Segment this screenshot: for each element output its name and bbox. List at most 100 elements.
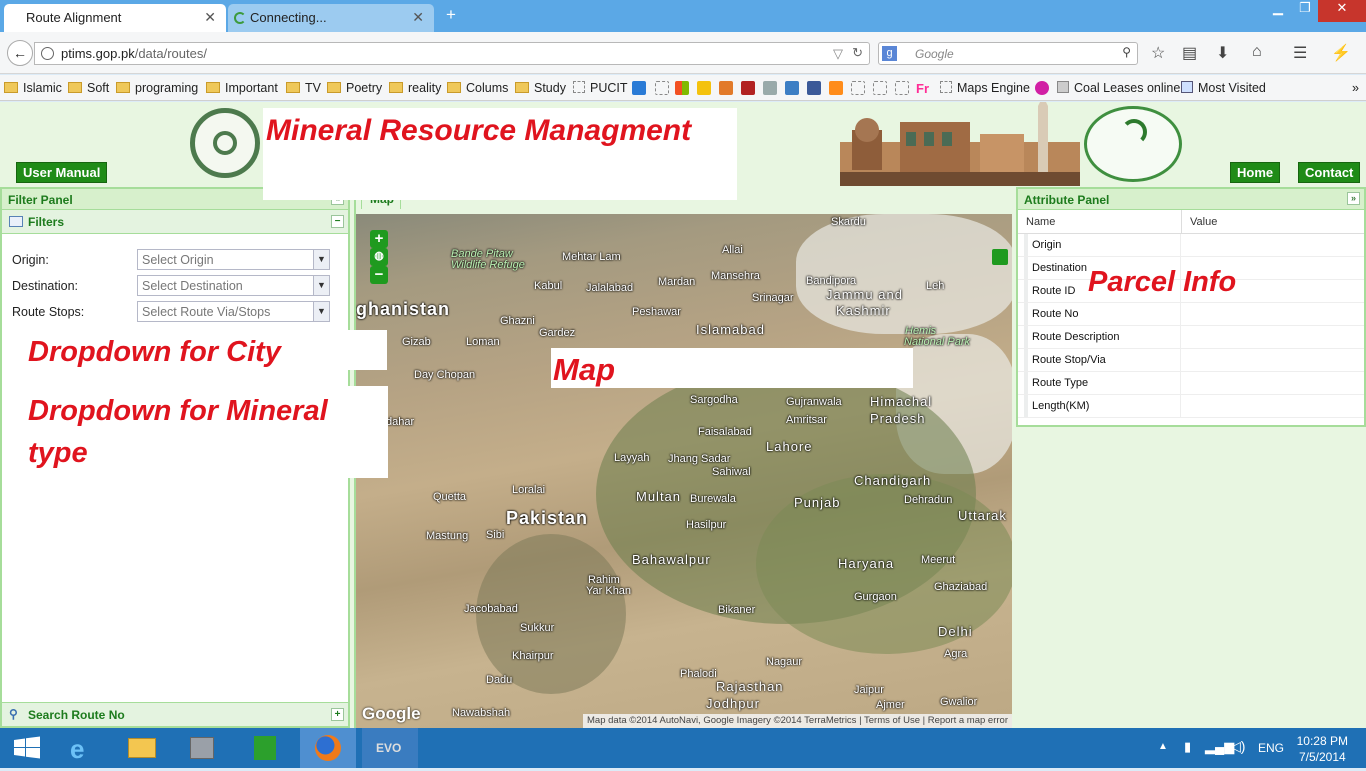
map-place-label: Dehradun [904,494,953,506]
bookmark-coal-leases[interactable]: Coal Leases online [1057,81,1180,95]
battery-icon[interactable]: ▮ [1184,739,1191,755]
url-bar[interactable]: ptims.gop.pk/data/routes/ ▽ ↻ [34,42,870,65]
back-button[interactable]: ← [7,40,33,66]
file-explorer-icon[interactable] [114,728,170,768]
attribute-row[interactable]: Route Type [1018,372,1364,395]
close-icon[interactable]: ✕ [412,9,424,26]
drive-icon[interactable] [697,81,711,95]
volume-icon[interactable]: ◁) [1230,738,1245,755]
attribute-row[interactable]: Length(KM) [1018,395,1364,418]
folder-icon [206,82,220,93]
destination-select[interactable]: Select Destination ▼ [137,275,330,296]
app-icon[interactable] [741,81,755,95]
bookmark-poetry[interactable]: Poetry [327,81,382,95]
map-canvas[interactable]: Skardu Bande Pitaw Wildlife Refuge Allai Meh… [356,214,1012,728]
url-path: /data/routes/ [134,46,207,61]
map-place-label: Burewala [690,493,736,505]
bookmark-pucit[interactable]: PUCIT [573,81,628,95]
attribute-value [1180,349,1181,371]
show-hidden-icons[interactable]: ▲ [1158,741,1168,752]
tab-connecting[interactable]: Connecting... ✕ [228,4,434,32]
tab-route-alignment[interactable]: Route Alignment ✕ [4,4,226,32]
search-route-header[interactable]: ⚲ Search Route No + [2,702,348,726]
expand-icon[interactable]: + [331,708,344,721]
map-place-label: Meerut [921,554,956,566]
bookmark-soft[interactable]: Soft [68,81,109,95]
attribute-row[interactable]: Origin [1018,234,1364,257]
bookmark-islamic[interactable]: Islamic [4,81,62,95]
page-icon[interactable] [655,81,669,95]
search-input[interactable]: g Google ⚲ [878,42,1138,65]
terms-link[interactable]: Terms of Use [864,715,920,726]
app-icon[interactable] [174,728,230,768]
photo-icon[interactable] [763,81,777,95]
column-header-value[interactable]: Value [1182,210,1362,233]
home-button[interactable]: Home [1230,162,1281,183]
route-stops-select[interactable]: Select Route Via/Stops ▼ [137,301,330,322]
restore-icon[interactable]: ❐ [1292,0,1318,22]
chevron-down-icon[interactable]: ▼ [313,276,329,295]
attribute-row[interactable]: Route No [1018,303,1364,326]
bookmark-important[interactable]: Important [206,81,278,95]
start-button[interactable] [0,728,56,768]
dropdown-icon[interactable]: ▽ [833,46,843,62]
star-icon[interactable]: ☆ [1151,43,1165,63]
loading-spinner-icon [234,12,246,24]
bookmark-colums[interactable]: Colums [447,81,508,95]
minimize-icon[interactable]: ▁ [1264,0,1292,22]
pencil-icon[interactable] [719,81,733,95]
microsoft-icon[interactable] [675,81,689,95]
bookmark-programing[interactable]: programing [116,81,198,95]
ucweb-icon[interactable] [829,81,843,95]
language-indicator[interactable]: ENG [1258,741,1284,755]
bookmark-reality[interactable]: reality [389,81,441,95]
reload-icon[interactable]: ↻ [852,45,863,61]
facebook-icon[interactable] [807,81,821,95]
chevron-down-icon[interactable]: ▼ [313,302,329,321]
search-icon[interactable]: ⚲ [1122,45,1131,59]
column-header-name[interactable]: Name [1018,210,1182,233]
firefox-icon[interactable] [300,728,356,768]
reading-list-icon[interactable]: ▤ [1182,43,1197,63]
bookmark-study[interactable]: Study [515,81,566,95]
store-icon[interactable] [236,728,292,768]
overflow-icon[interactable]: » [1352,81,1359,95]
collapse-icon[interactable]: » [1347,192,1360,205]
origin-select[interactable]: Select Origin ▼ [137,249,330,270]
flickr-icon[interactable]: Fr [916,81,930,96]
home-icon[interactable]: ⌂ [1252,43,1262,61]
minimize-section-icon[interactable]: − [331,215,344,228]
user-manual-button[interactable]: User Manual [16,162,108,183]
layers-icon[interactable] [992,249,1008,265]
bookmark-most-visited[interactable]: Most Visited [1181,81,1266,95]
onedrive-icon[interactable] [632,81,646,95]
close-icon[interactable]: ✕ [204,9,216,26]
window-close-icon[interactable]: ✕ [1318,0,1366,22]
map-place-label: Srinagar [752,292,794,304]
bookmark-tv[interactable]: TV [286,81,321,95]
chevron-down-icon[interactable]: ▼ [313,250,329,269]
app-icon[interactable] [1035,81,1049,95]
page-icon[interactable] [873,81,887,95]
globe-icon[interactable]: ◍ [370,248,388,266]
url-domain: ptims.gop.pk [61,46,135,61]
attribute-row[interactable]: Route Description [1018,326,1364,349]
addon-icon[interactable]: ⚡ [1331,43,1351,63]
translate-icon[interactable] [785,81,799,95]
system-clock[interactable]: 10:28 PM 7/5/2014 [1297,733,1348,765]
zoom-in-button[interactable]: + [370,230,388,248]
menu-icon[interactable]: ☰ [1293,43,1307,63]
new-tab-icon[interactable]: + [446,5,456,25]
download-icon[interactable]: ⬇ [1216,43,1229,63]
contact-button[interactable]: Contact [1298,162,1361,183]
page-icon[interactable] [895,81,909,95]
internet-explorer-icon[interactable]: e [56,728,112,768]
page-icon[interactable] [851,81,865,95]
bookmark-maps-engine[interactable]: Maps Engine [940,81,1030,95]
attribute-row[interactable]: Route Stop/Via [1018,349,1364,372]
attribute-name: Route Stop/Via [1032,354,1106,366]
zoom-out-button[interactable]: − [370,266,388,284]
report-error-link[interactable]: Report a map error [928,715,1008,726]
map-place-label: Day Chopan [414,369,476,381]
evo-app-icon[interactable]: EVO [362,728,418,768]
